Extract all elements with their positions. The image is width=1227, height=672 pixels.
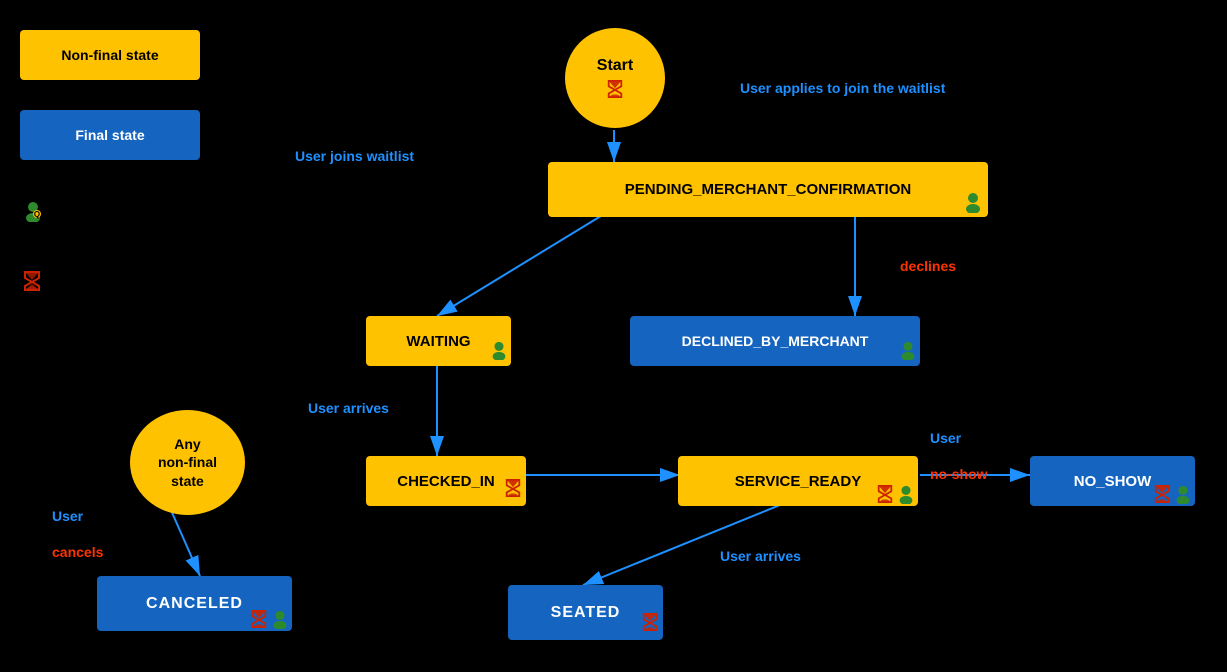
checked-in-label: CHECKED_IN <box>397 473 495 490</box>
seated-label: SEATED <box>551 604 621 622</box>
no-show-label: NO_SHOW <box>1074 473 1152 490</box>
user-label: User <box>52 508 103 524</box>
user-joins-label: User joins waitlist <box>295 148 414 164</box>
user-applies-label: User applies to join the waitlist <box>740 80 945 96</box>
cancels-label: cancels <box>52 544 103 560</box>
declines-label: declines <box>900 258 956 274</box>
waiting-state: WAITING <box>366 316 511 366</box>
service-ready-state: SERVICE_READY <box>678 456 918 506</box>
svg-text:Q: Q <box>34 210 40 219</box>
user-arrives-1-label: User arrives <box>308 400 389 416</box>
canceled-label: CANCELED <box>146 595 243 613</box>
start-state: Start <box>565 28 665 128</box>
legend-final-label: Final state <box>75 127 144 143</box>
legend-non-final: Non-final state <box>20 30 200 80</box>
legend-hourglass <box>22 270 42 292</box>
seated-state: SEATED <box>508 585 663 640</box>
legend-non-final-label: Non-final state <box>61 47 158 63</box>
pending-label: PENDING_MERCHANT_CONFIRMATION <box>625 181 911 198</box>
no-show-state: NO_SHOW <box>1030 456 1195 506</box>
waiting-label: WAITING <box>406 333 470 350</box>
declined-label: DECLINED_BY_MERCHANT <box>682 333 869 349</box>
user-noshow-container: User no-show <box>930 430 988 462</box>
start-label: Start <box>597 57 633 75</box>
user-arrives-2-label: User arrives <box>720 548 801 564</box>
legend-final: Final state <box>20 110 200 160</box>
any-non-final-state: Any non-final state <box>130 410 245 515</box>
service-ready-label: SERVICE_READY <box>735 473 861 490</box>
pending-state: PENDING_MERCHANT_CONFIRMATION <box>548 162 988 217</box>
canceled-state: CANCELED <box>97 576 292 631</box>
declined-state: DECLINED_BY_MERCHANT <box>630 316 920 366</box>
user-cancels-container: User cancels <box>52 508 103 540</box>
checked-in-state: CHECKED_IN <box>366 456 526 506</box>
legend-person: Q <box>22 200 44 222</box>
